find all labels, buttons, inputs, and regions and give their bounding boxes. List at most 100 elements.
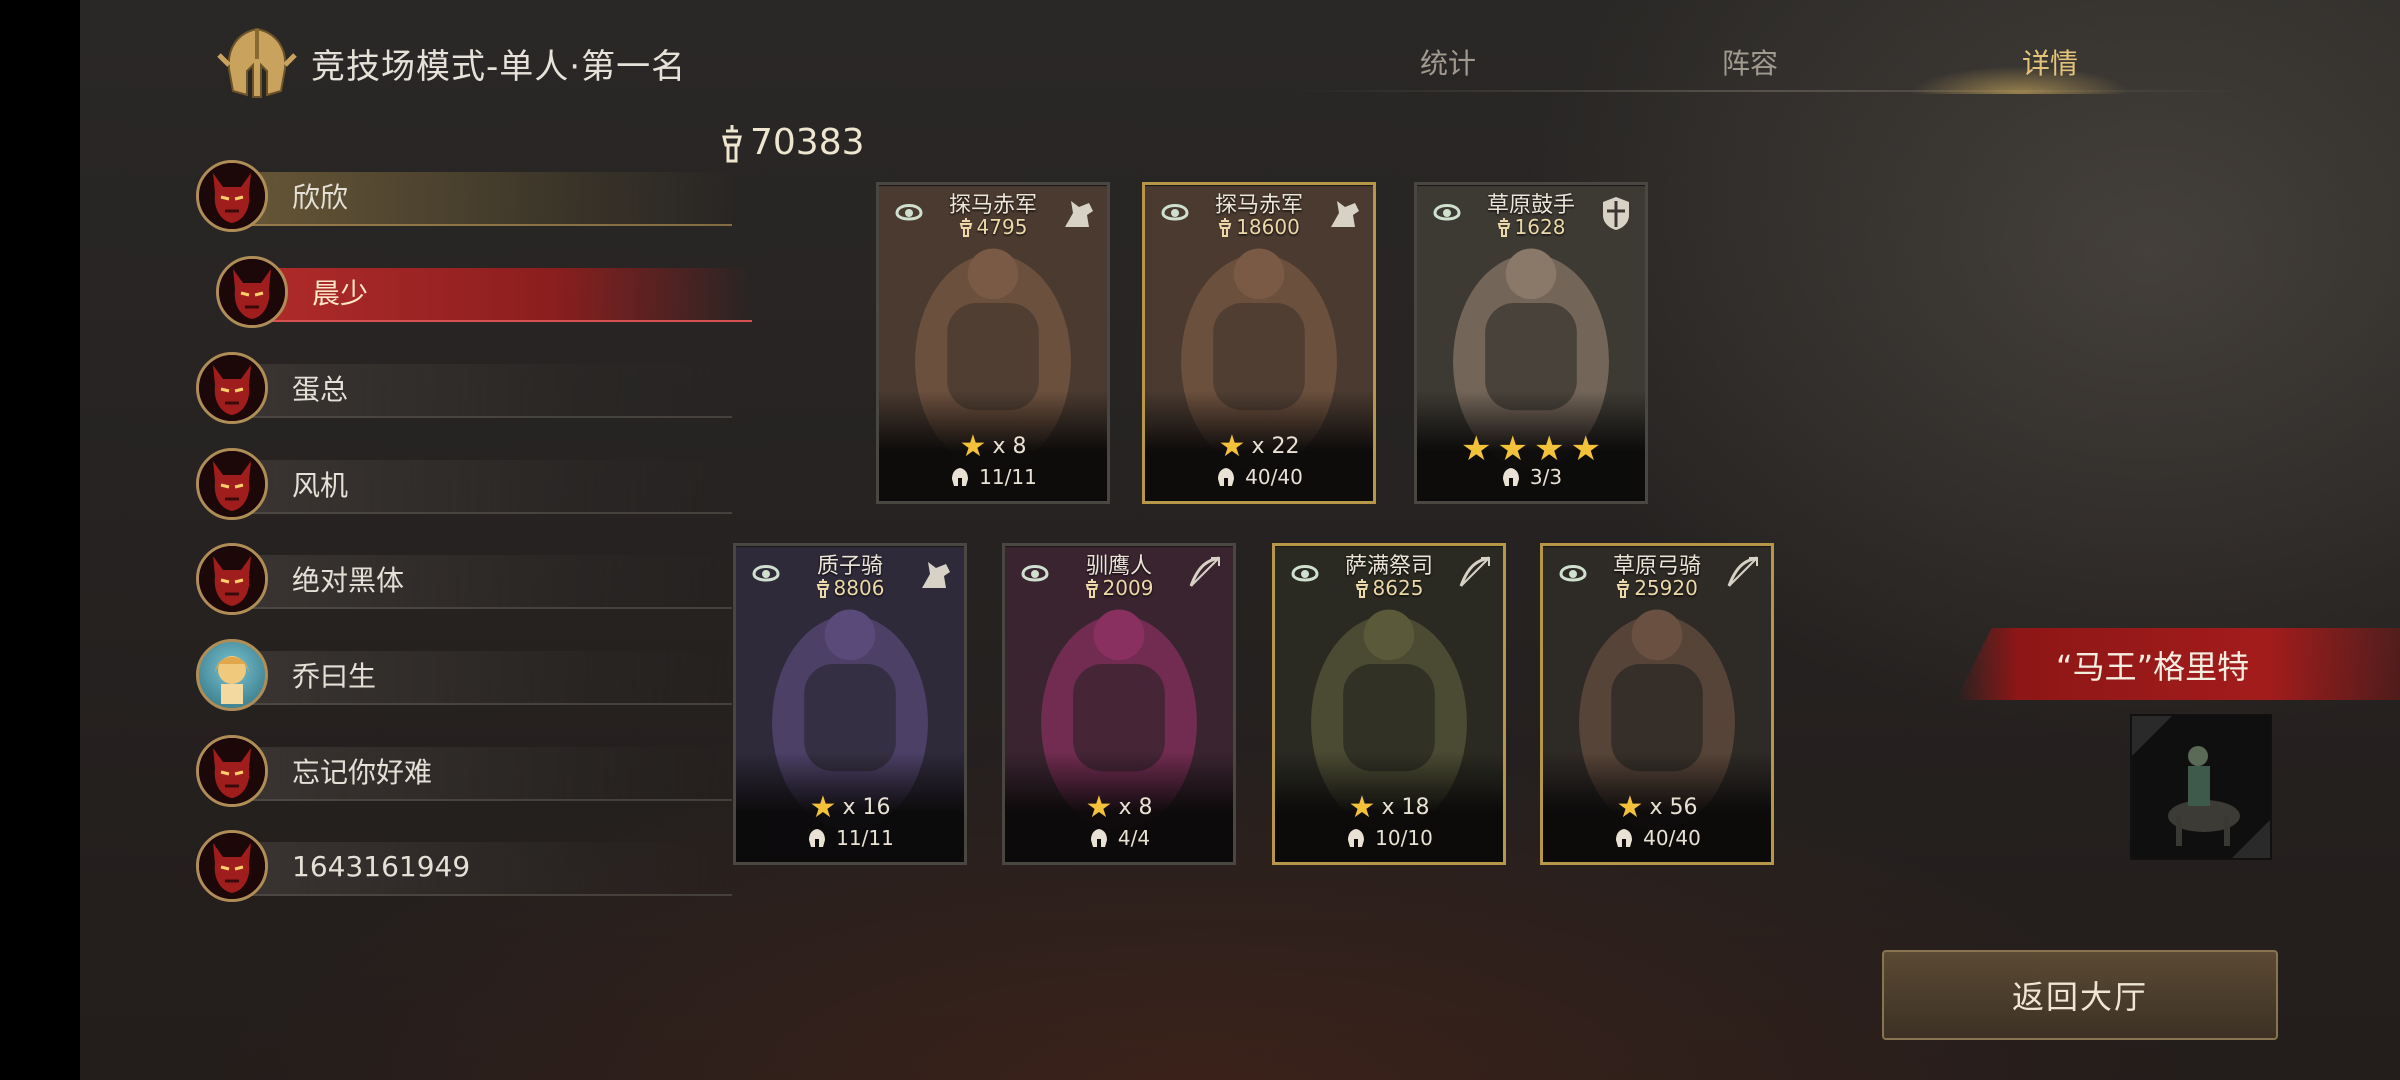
power-icon (1085, 579, 1098, 598)
helmet-small-icon (809, 829, 826, 847)
helmet-icon (217, 27, 297, 98)
player-row[interactable]: 绝对黑体 (196, 543, 732, 615)
helmet-small-icon (1090, 829, 1107, 847)
player-name: 绝对黑体 (292, 564, 405, 597)
star-icon: ★ (1085, 790, 1113, 825)
avatar (196, 160, 268, 232)
power-icon (1355, 579, 1368, 598)
star-count-value: x 56 (1649, 795, 1698, 820)
hero-rider-icon (2132, 716, 2270, 858)
player-row[interactable]: 欣欣 (196, 160, 732, 232)
player-row[interactable]: 忘记你好难 (196, 735, 732, 807)
star-icon: ★ (1218, 429, 1246, 464)
unit-power: 18600 (1145, 215, 1373, 239)
troop-count-value: 11/11 (836, 826, 894, 850)
unit-card[interactable]: 萨满祭司 8625 ★ x 18 10/10 (1272, 543, 1506, 865)
unit-card[interactable]: 探马赤军 4795 ★ x 8 11/11 (876, 182, 1110, 504)
helmet-small-icon (1616, 829, 1633, 847)
star-count-value: x 18 (1381, 795, 1430, 820)
player-row[interactable]: 晨少 (216, 256, 752, 328)
avatar (196, 448, 268, 520)
unit-power-value: 4795 (976, 215, 1028, 239)
star-count: ★ x 22 (1145, 429, 1373, 464)
page-title: 竞技场模式-单人·第一名 (311, 46, 687, 87)
star-icon: ★ (809, 790, 837, 825)
helmet-small-icon (952, 468, 969, 486)
avatar (196, 735, 268, 807)
player-name: 乔曰生 (292, 660, 377, 693)
troop-count: 10/10 (1275, 826, 1503, 850)
troop-count-value: 40/40 (1245, 465, 1303, 489)
star-count: ★ x 18 (1275, 790, 1503, 825)
avatar (196, 639, 268, 711)
troop-count-value: 4/4 (1117, 826, 1151, 850)
unit-power-value: 8806 (833, 576, 885, 600)
unit-power-value: 2009 (1102, 576, 1154, 600)
mode-header: 竞技场模式-单人·第一名 (215, 27, 687, 98)
player-name: 欣欣 (292, 181, 349, 214)
troop-count-value: 10/10 (1375, 826, 1433, 850)
star-icon: ★ (1616, 790, 1644, 825)
player-row[interactable]: 蛋总 (196, 352, 732, 424)
troop-count-value: 11/11 (979, 465, 1037, 489)
troop-count: 40/40 (1543, 826, 1771, 850)
star-icon: ★ (1570, 429, 1601, 469)
hero-banner: “马王”格里特 (1956, 628, 2400, 700)
star-count: ★ x 8 (1005, 790, 1233, 825)
unit-power: 4795 (879, 215, 1107, 239)
troop-count-value: 40/40 (1643, 826, 1701, 850)
power-icon (1497, 218, 1510, 237)
total-power: 70383 (718, 122, 865, 163)
player-row[interactable]: 1643161949 (196, 830, 732, 902)
helmet-small-icon (1218, 468, 1235, 486)
power-icon (959, 218, 972, 237)
tab-statistics[interactable]: 统计 (1420, 42, 1476, 82)
unit-power: 2009 (1005, 576, 1233, 600)
power-icon (816, 579, 829, 598)
unit-card[interactable]: 质子骑 8806 ★ x 16 11/11 (733, 543, 967, 865)
hero-name: “马王”格里特 (2056, 648, 2250, 686)
star-count-value: x 8 (992, 434, 1027, 459)
helmet-small-icon (1348, 829, 1365, 847)
troop-count: 11/11 (736, 826, 964, 850)
star-rating: ★ ★ ★ ★ (1417, 429, 1645, 469)
unit-card[interactable]: 草原鼓手 1628 ★ ★ ★ ★ 3/3 (1414, 182, 1648, 504)
player-row[interactable]: 乔曰生 (196, 639, 732, 711)
left-black-bar (0, 0, 80, 1080)
player-name: 蛋总 (292, 373, 349, 406)
unit-power-value: 8625 (1372, 576, 1424, 600)
star-icon: ★ (959, 429, 987, 464)
power-icon (1616, 579, 1630, 598)
star-count: ★ x 56 (1543, 790, 1771, 825)
tab-bar: 统计 阵容 详情 (1290, 32, 2250, 94)
hero-portrait[interactable] (2130, 714, 2272, 860)
unit-power-value: 1628 (1514, 215, 1566, 239)
avatar (196, 830, 268, 902)
star-icon: ★ (1461, 429, 1492, 469)
star-count: ★ x 8 (879, 429, 1107, 464)
player-name: 风机 (292, 469, 349, 502)
player-name: 忘记你好难 (292, 756, 433, 789)
unit-power: 25920 (1543, 576, 1771, 600)
star-count-value: x 16 (842, 795, 891, 820)
unit-card[interactable]: 探马赤军 18600 ★ x 22 40/40 (1142, 182, 1376, 504)
troop-count: 40/40 (1145, 465, 1373, 489)
unit-card[interactable]: 驯鹰人 2009 ★ x 8 4/4 (1002, 543, 1236, 865)
troop-count-value: 3/3 (1529, 465, 1563, 489)
avatar (216, 256, 288, 328)
star-count: ★ x 16 (736, 790, 964, 825)
troop-count: 11/11 (879, 465, 1107, 489)
power-icon (1218, 218, 1232, 237)
unit-power: 8625 (1275, 576, 1503, 600)
star-count-value: x 8 (1118, 795, 1153, 820)
player-row[interactable]: 风机 (196, 448, 732, 520)
power-icon (722, 124, 742, 162)
player-name: 晨少 (312, 277, 369, 310)
return-lobby-button[interactable]: 返回大厅 (1882, 950, 2278, 1040)
tab-details[interactable]: 详情 (2022, 42, 2078, 82)
unit-card[interactable]: 草原弓骑 25920 ★ x 56 40/40 (1540, 543, 1774, 865)
player-name: 1643161949 (292, 849, 471, 883)
star-icon: ★ (1534, 429, 1565, 469)
unit-power: 8806 (736, 576, 964, 600)
tab-lineup[interactable]: 阵容 (1722, 42, 1778, 82)
